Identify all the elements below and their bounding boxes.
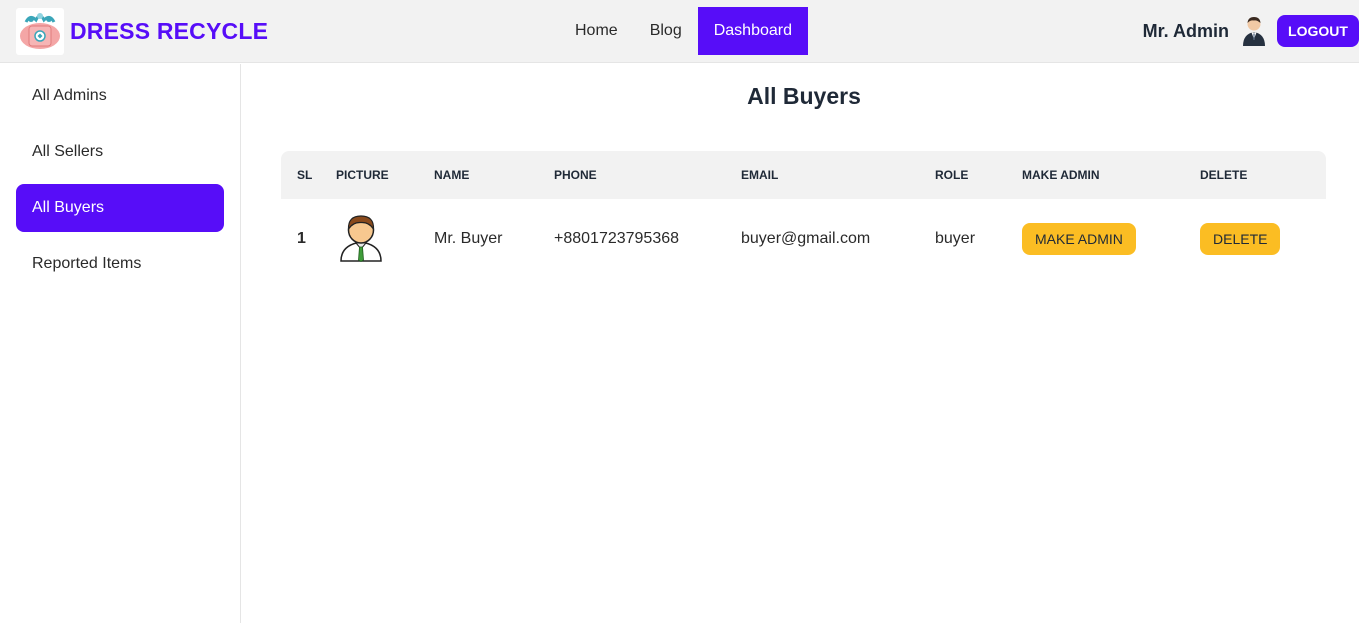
cell-phone: +8801723795368 <box>554 230 680 247</box>
column-header-picture: PICTURE <box>336 168 389 182</box>
cell-sl: 1 <box>297 230 306 247</box>
user-area: Mr. Admin LOGOUT <box>1143 15 1359 47</box>
dress-recycle-logo-icon <box>16 8 64 55</box>
user-name: Mr. Admin <box>1142 20 1229 41</box>
nav-blog-link[interactable]: Blog <box>634 7 698 55</box>
top-navbar: DRESS RECYCLE Home Blog Dashboard Mr. Ad… <box>0 0 1359 63</box>
brand[interactable]: DRESS RECYCLE <box>16 8 268 55</box>
column-header-email: EMAIL <box>741 168 779 182</box>
page-title: All Buyers <box>747 83 861 109</box>
table-row: 1 Mr. Buyer +8801723795368 buyer@gmail.c… <box>281 199 1326 279</box>
sidebar: All Admins All Sellers All Buyers Report… <box>0 64 241 623</box>
nav-dashboard-link[interactable]: Dashboard <box>697 7 808 55</box>
sidebar-item-all-sellers[interactable]: All Sellers <box>16 128 224 176</box>
cell-role: buyer <box>935 230 976 247</box>
nav-home-link[interactable]: Home <box>559 7 634 55</box>
main-nav: Home Blog Dashboard <box>559 7 808 55</box>
cell-email: buyer@gmail.com <box>741 230 871 247</box>
cell-delete: DELETE <box>1200 199 1326 279</box>
cell-make-admin: MAKE ADMIN <box>1022 199 1200 279</box>
column-header-role: ROLE <box>935 168 969 182</box>
main-content: All Buyers SL PICTURE NAME PHONE EMAIL R… <box>242 64 1359 623</box>
user-avatar-icon <box>340 214 382 262</box>
brand-title: DRESS RECYCLE <box>70 18 269 44</box>
cell-name: Mr. Buyer <box>434 230 503 247</box>
table-header-row: SL PICTURE NAME PHONE EMAIL ROLE MAKE AD… <box>281 151 1326 199</box>
logout-button[interactable]: LOGOUT <box>1277 15 1359 47</box>
delete-button[interactable]: DELETE <box>1200 223 1281 255</box>
column-header-sl: SL <box>297 168 313 182</box>
buyers-table-wrapper: SL PICTURE NAME PHONE EMAIL ROLE MAKE AD… <box>281 151 1326 279</box>
sidebar-item-reported-items[interactable]: Reported Items <box>16 240 224 288</box>
sidebar-item-all-admins[interactable]: All Admins <box>16 72 224 120</box>
column-header-make-admin: MAKE ADMIN <box>1022 168 1100 182</box>
cell-picture <box>336 199 434 279</box>
businessman-avatar-icon <box>1239 15 1269 47</box>
sidebar-item-all-buyers[interactable]: All Buyers <box>16 184 224 232</box>
column-header-phone: PHONE <box>554 168 597 182</box>
column-header-name: NAME <box>434 168 470 182</box>
make-admin-button[interactable]: MAKE ADMIN <box>1022 223 1136 255</box>
column-header-delete: DELETE <box>1200 168 1248 182</box>
buyers-table: SL PICTURE NAME PHONE EMAIL ROLE MAKE AD… <box>281 151 1326 279</box>
